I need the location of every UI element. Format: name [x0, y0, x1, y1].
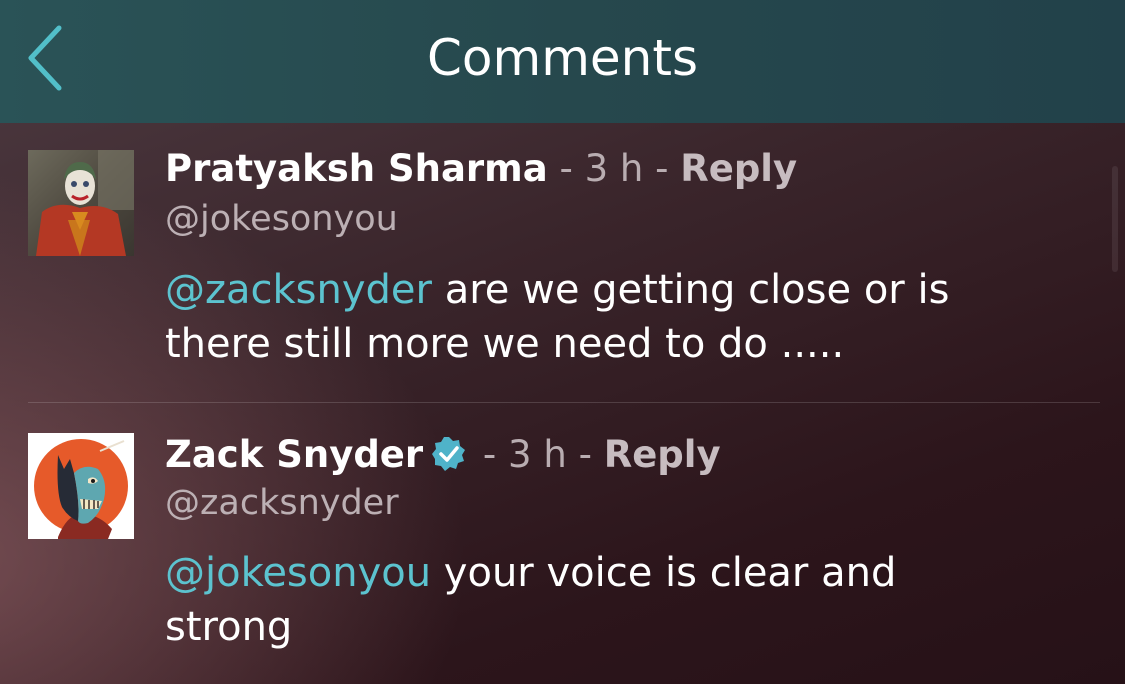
comment-divider	[28, 402, 1100, 403]
comment-text-line1: are we getting close or is	[431, 267, 950, 313]
comment-meta: Pratyaksh Sharma - 3 h - Reply	[165, 147, 797, 191]
batman-zombie-avatar	[28, 433, 134, 539]
comment-text: @zacksnyder are we getting close or is t…	[165, 263, 1065, 371]
separator: -	[559, 147, 573, 190]
separator: -	[482, 433, 497, 476]
comment-text: @jokesonyou your voice is clear and stro…	[165, 546, 1065, 654]
timestamp: 3 h	[508, 433, 567, 476]
author-name[interactable]: Pratyaksh Sharma	[165, 147, 548, 190]
mention-link[interactable]: @zacksnyder	[165, 267, 432, 313]
author-handle[interactable]: @jokesonyou	[165, 197, 398, 241]
scrollbar[interactable]	[1112, 166, 1118, 272]
avatar[interactable]	[28, 433, 134, 539]
reply-button[interactable]: Reply	[680, 147, 797, 190]
reply-button[interactable]: Reply	[604, 433, 721, 476]
page-title: Comments	[426, 29, 699, 87]
comments-screen: Comments Pratyaksh Sharma - 3 h - Reply …	[0, 0, 1125, 684]
separator: -	[655, 147, 669, 190]
comment-meta: Zack Snyder - 3 h - Reply	[165, 433, 721, 477]
separator: -	[578, 433, 592, 476]
timestamp: 3 h	[584, 147, 644, 190]
comment-text-line1: your voice is clear and	[431, 550, 897, 596]
avatar[interactable]	[28, 150, 134, 256]
verified-badge-icon	[432, 437, 466, 471]
comment-text-line2: strong	[165, 604, 293, 650]
mention-link[interactable]: @jokesonyou	[165, 550, 431, 596]
author-name[interactable]: Zack Snyder	[165, 433, 423, 476]
author-handle[interactable]: @zacksnyder	[165, 481, 399, 525]
nav-header: Comments	[0, 0, 1125, 123]
comment-text-line2: there still more we need to do .....	[165, 321, 845, 367]
joker-avatar	[28, 150, 134, 256]
